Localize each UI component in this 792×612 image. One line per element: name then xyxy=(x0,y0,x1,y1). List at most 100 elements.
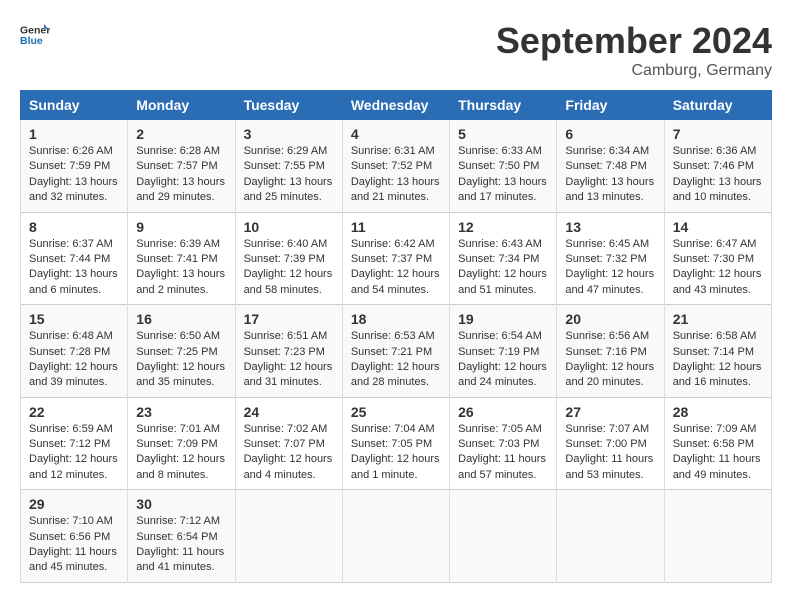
calendar-cell: 12 Sunrise: 6:43 AM Sunset: 7:34 PM Dayli… xyxy=(450,212,557,305)
calendar-cell: 21 Sunrise: 6:58 AM Sunset: 7:14 PM Dayli… xyxy=(664,305,771,398)
day-info: Sunrise: 6:56 AM Sunset: 7:16 PM Dayligh… xyxy=(565,329,655,391)
calendar-week-row: 8 Sunrise: 6:37 AM Sunset: 7:44 PM Daylig… xyxy=(21,212,772,305)
calendar-cell xyxy=(450,490,557,583)
calendar-cell: 18Sunrise: 6:53 AM Sunset: 7:21 PM Dayli… xyxy=(342,305,449,398)
calendar-week-row: 22Sunrise: 6:59 AM Sunset: 7:12 PM Dayli… xyxy=(21,397,772,490)
calendar-cell: 19 Sunrise: 6:54 AM Sunset: 7:19 PM Dayli… xyxy=(450,305,557,398)
day-number: 2 xyxy=(136,126,226,142)
day-info: Sunrise: 6:59 AM Sunset: 7:12 PM Dayligh… xyxy=(29,422,119,484)
calendar-cell xyxy=(235,490,342,583)
day-number: 23 xyxy=(136,404,226,420)
day-number: 4 xyxy=(351,126,441,142)
calendar-cell: 6 Sunrise: 6:34 AM Sunset: 7:48 PM Daylig… xyxy=(557,120,664,213)
calendar-cell xyxy=(557,490,664,583)
month-title: September 2024 xyxy=(496,20,772,62)
day-number: 9 xyxy=(136,219,226,235)
calendar-cell: 16Sunrise: 6:50 AM Sunset: 7:25 PM Dayli… xyxy=(128,305,235,398)
day-header-wednesday: Wednesday xyxy=(342,91,449,120)
day-number: 24 xyxy=(244,404,334,420)
day-number: 17 xyxy=(244,311,334,327)
day-info: Sunrise: 7:12 AM Sunset: 6:54 PM Dayligh… xyxy=(136,514,226,576)
day-number: 13 xyxy=(565,219,655,235)
day-info: Sunrise: 6:45 AM Sunset: 7:32 PM Dayligh… xyxy=(565,237,655,299)
day-info: Sunrise: 6:31 AM Sunset: 7:52 PM Dayligh… xyxy=(351,144,441,206)
day-info: Sunrise: 7:05 AM Sunset: 7:03 PM Dayligh… xyxy=(458,422,548,484)
logo-icon: General Blue xyxy=(20,20,50,50)
day-info: Sunrise: 7:10 AM Sunset: 6:56 PM Dayligh… xyxy=(29,514,119,576)
location: Camburg, Germany xyxy=(496,62,772,80)
calendar-cell: 20Sunrise: 6:56 AM Sunset: 7:16 PM Dayli… xyxy=(557,305,664,398)
calendar-cell: 2 Sunrise: 6:28 AM Sunset: 7:57 PM Daylig… xyxy=(128,120,235,213)
svg-text:Blue: Blue xyxy=(20,35,43,47)
day-info: Sunrise: 6:42 AM Sunset: 7:37 PM Dayligh… xyxy=(351,237,441,299)
day-number: 16 xyxy=(136,311,226,327)
day-number: 8 xyxy=(29,219,119,235)
day-header-tuesday: Tuesday xyxy=(235,91,342,120)
day-number: 11 xyxy=(351,219,441,235)
calendar-header-row: SundayMondayTuesdayWednesdayThursdayFrid… xyxy=(21,91,772,120)
day-info: Sunrise: 6:39 AM Sunset: 7:41 PM Dayligh… xyxy=(136,237,226,299)
day-info: Sunrise: 6:36 AM Sunset: 7:46 PM Dayligh… xyxy=(673,144,763,206)
calendar-cell: 22Sunrise: 6:59 AM Sunset: 7:12 PM Dayli… xyxy=(21,397,128,490)
day-number: 21 xyxy=(673,311,763,327)
calendar-week-row: 1Sunrise: 6:26 AM Sunset: 7:59 PM Daylig… xyxy=(21,120,772,213)
day-info: Sunrise: 6:51 AM Sunset: 7:23 PM Dayligh… xyxy=(244,329,334,391)
day-number: 14 xyxy=(673,219,763,235)
header: General Blue September 2024 Camburg, Ger… xyxy=(20,20,772,80)
day-header-friday: Friday xyxy=(557,91,664,120)
day-number: 28 xyxy=(673,404,763,420)
day-info: Sunrise: 7:09 AM Sunset: 6:58 PM Dayligh… xyxy=(673,422,763,484)
day-info: Sunrise: 6:43 AM Sunset: 7:34 PM Dayligh… xyxy=(458,237,548,299)
calendar-cell xyxy=(664,490,771,583)
day-number: 1 xyxy=(29,126,119,142)
day-number: 25 xyxy=(351,404,441,420)
logo: General Blue xyxy=(20,20,50,50)
day-info: Sunrise: 7:04 AM Sunset: 7:05 PM Dayligh… xyxy=(351,422,441,484)
calendar-cell: 4 Sunrise: 6:31 AM Sunset: 7:52 PM Daylig… xyxy=(342,120,449,213)
calendar-cell: 8 Sunrise: 6:37 AM Sunset: 7:44 PM Daylig… xyxy=(21,212,128,305)
calendar-cell: 13 Sunrise: 6:45 AM Sunset: 7:32 PM Dayli… xyxy=(557,212,664,305)
calendar-cell: 5Sunrise: 6:33 AM Sunset: 7:50 PM Daylig… xyxy=(450,120,557,213)
day-number: 26 xyxy=(458,404,548,420)
calendar-cell: 27 Sunrise: 7:07 AM Sunset: 7:00 PM Dayli… xyxy=(557,397,664,490)
day-header-monday: Monday xyxy=(128,91,235,120)
day-number: 3 xyxy=(244,126,334,142)
day-info: Sunrise: 6:58 AM Sunset: 7:14 PM Dayligh… xyxy=(673,329,763,391)
calendar-body: 1Sunrise: 6:26 AM Sunset: 7:59 PM Daylig… xyxy=(21,120,772,583)
day-info: Sunrise: 6:29 AM Sunset: 7:55 PM Dayligh… xyxy=(244,144,334,206)
calendar-cell: 17 Sunrise: 6:51 AM Sunset: 7:23 PM Dayli… xyxy=(235,305,342,398)
day-number: 6 xyxy=(565,126,655,142)
day-number: 5 xyxy=(458,126,548,142)
calendar-cell: 7 Sunrise: 6:36 AM Sunset: 7:46 PM Daylig… xyxy=(664,120,771,213)
calendar-cell xyxy=(342,490,449,583)
day-info: Sunrise: 7:07 AM Sunset: 7:00 PM Dayligh… xyxy=(565,422,655,484)
day-info: Sunrise: 6:28 AM Sunset: 7:57 PM Dayligh… xyxy=(136,144,226,206)
day-info: Sunrise: 6:37 AM Sunset: 7:44 PM Dayligh… xyxy=(29,237,119,299)
calendar-cell: 14 Sunrise: 6:47 AM Sunset: 7:30 PM Dayli… xyxy=(664,212,771,305)
day-info: Sunrise: 6:48 AM Sunset: 7:28 PM Dayligh… xyxy=(29,329,119,391)
day-info: Sunrise: 6:47 AM Sunset: 7:30 PM Dayligh… xyxy=(673,237,763,299)
calendar-cell: 26 Sunrise: 7:05 AM Sunset: 7:03 PM Dayli… xyxy=(450,397,557,490)
calendar-table: SundayMondayTuesdayWednesdayThursdayFrid… xyxy=(20,90,772,583)
day-header-sunday: Sunday xyxy=(21,91,128,120)
calendar-cell: 28 Sunrise: 7:09 AM Sunset: 6:58 PM Dayli… xyxy=(664,397,771,490)
calendar-cell: 30Sunrise: 7:12 AM Sunset: 6:54 PM Dayli… xyxy=(128,490,235,583)
calendar-cell: 23Sunrise: 7:01 AM Sunset: 7:09 PM Dayli… xyxy=(128,397,235,490)
day-header-saturday: Saturday xyxy=(664,91,771,120)
calendar-cell: 15 Sunrise: 6:48 AM Sunset: 7:28 PM Dayli… xyxy=(21,305,128,398)
title-area: September 2024 Camburg, Germany xyxy=(496,20,772,80)
day-info: Sunrise: 6:54 AM Sunset: 7:19 PM Dayligh… xyxy=(458,329,548,391)
day-info: Sunrise: 6:34 AM Sunset: 7:48 PM Dayligh… xyxy=(565,144,655,206)
day-number: 19 xyxy=(458,311,548,327)
calendar-cell: 11 Sunrise: 6:42 AM Sunset: 7:37 PM Dayli… xyxy=(342,212,449,305)
calendar-cell: 29Sunrise: 7:10 AM Sunset: 6:56 PM Dayli… xyxy=(21,490,128,583)
day-number: 7 xyxy=(673,126,763,142)
day-number: 27 xyxy=(565,404,655,420)
calendar-cell: 3 Sunrise: 6:29 AM Sunset: 7:55 PM Daylig… xyxy=(235,120,342,213)
calendar-week-row: 15 Sunrise: 6:48 AM Sunset: 7:28 PM Dayli… xyxy=(21,305,772,398)
calendar-week-row: 29Sunrise: 7:10 AM Sunset: 6:56 PM Dayli… xyxy=(21,490,772,583)
day-number: 15 xyxy=(29,311,119,327)
day-number: 12 xyxy=(458,219,548,235)
day-info: Sunrise: 6:53 AM Sunset: 7:21 PM Dayligh… xyxy=(351,329,441,391)
calendar-cell: 25 Sunrise: 7:04 AM Sunset: 7:05 PM Dayli… xyxy=(342,397,449,490)
